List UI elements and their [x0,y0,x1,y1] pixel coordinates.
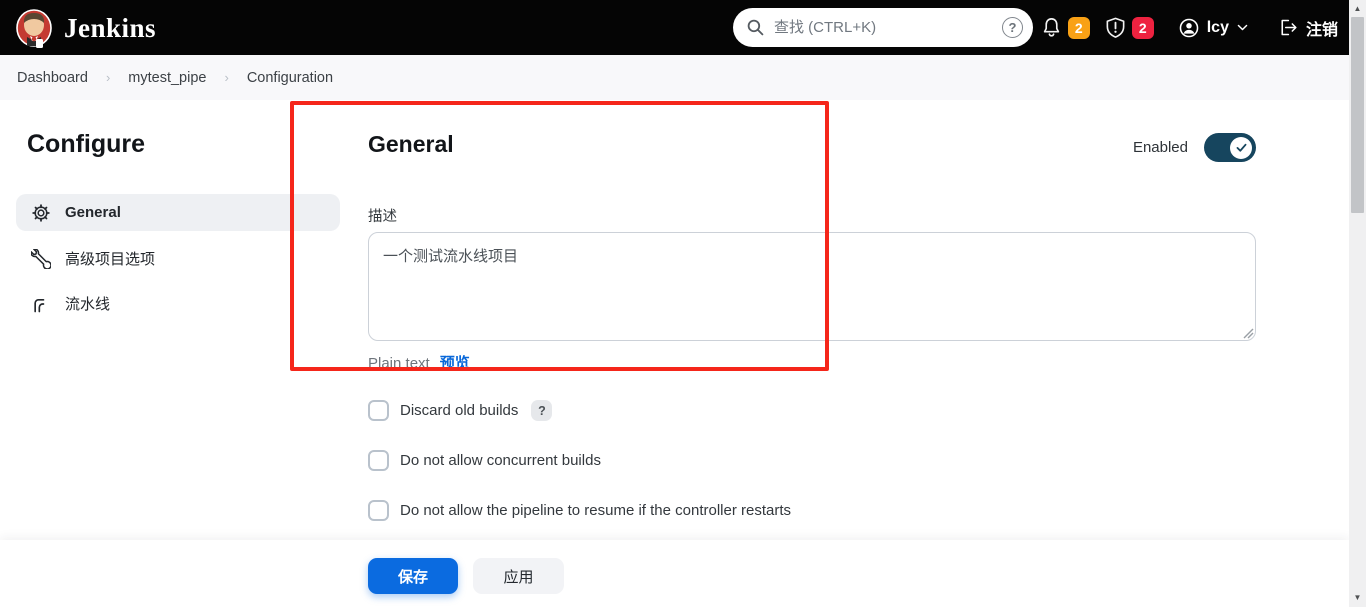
brand-title: Jenkins [64,12,157,43]
checkbox-label: Do not allow concurrent builds [400,452,601,469]
search-input[interactable] [774,19,1002,36]
enabled-toggle[interactable] [1204,133,1256,162]
section-title: General [368,131,454,157]
pipeline-icon [31,294,51,314]
discard-old-builds-checkbox[interactable] [368,400,389,421]
breadcrumb: Dashboard › mytest_pipe › Configuration [0,55,1366,100]
config-section-nav: General 高级项目选项 流水线 [16,194,340,331]
page-title: Configure [27,130,146,158]
notifications-group[interactable]: 2 [1040,16,1090,39]
sidebar-item-label: 流水线 [65,296,111,313]
jenkins-configuration-page: Jenkins ? 2 [0,0,1366,607]
logout-icon [1281,19,1297,36]
no-resume-row: Do not allow the pipeline to resume if t… [368,500,791,521]
search-help-icon[interactable]: ? [1002,17,1023,38]
scrollbar-thumb[interactable] [1351,17,1364,213]
shield-warning-icon [1106,17,1125,38]
sidebar-item-pipeline[interactable]: 流水线 [16,285,340,322]
scroll-up-arrow-icon[interactable]: ▲ [1349,0,1366,16]
discard-old-builds-row: Discard old builds ? [368,400,553,421]
description-footer: Plain text 预览 [368,352,470,373]
sidebar-item-label: 高级项目选项 [65,251,156,268]
no-concurrent-builds-checkbox[interactable] [368,450,389,471]
breadcrumb-configuration[interactable]: Configuration [247,70,333,86]
bell-icon [1043,18,1059,37]
chevron-down-icon [1237,24,1248,31]
scroll-down-arrow-icon[interactable]: ▼ [1349,589,1366,605]
security-badge: 2 [1131,16,1154,39]
notifications-badge: 2 [1067,16,1090,39]
sidebar-item-advanced-options[interactable]: 高级项目选项 [16,240,340,277]
checkbox-label: Do not allow the pipeline to resume if t… [400,502,792,519]
sidebar-item-label: General [65,204,121,221]
wrench-icon [31,248,51,269]
no-concurrent-builds-row: Do not allow concurrent builds [368,450,601,471]
breadcrumb-separator-icon: › [105,70,111,85]
preview-link[interactable]: 预览 [440,352,470,373]
user-menu[interactable]: lcy [1178,17,1249,39]
gear-icon [31,203,51,223]
search-icon [747,19,764,36]
apply-button[interactable]: 应用 [473,558,564,594]
help-icon[interactable]: ? [531,400,553,421]
format-label: Plain text [368,355,430,372]
header-actions: 2 2 lcy 注销 [1040,0,1338,55]
breadcrumb-dashboard[interactable]: Dashboard [17,70,88,86]
breadcrumb-job[interactable]: mytest_pipe [128,70,206,86]
user-name: lcy [1206,18,1229,36]
sidebar-item-general[interactable]: General [16,194,340,231]
logout-button[interactable]: 注销 [1277,16,1338,40]
save-button[interactable]: 保存 [368,558,458,594]
top-header-bar: Jenkins ? 2 [0,0,1366,55]
toggle-knob-check-icon [1230,136,1252,159]
enabled-label: Enabled [1132,139,1188,156]
breadcrumb-separator-icon: › [224,70,229,85]
jenkins-home-link[interactable]: Jenkins [14,7,156,49]
user-avatar-icon [1179,18,1199,37]
vertical-scrollbar[interactable]: ▲ ▼ [1349,0,1366,607]
logout-label: 注销 [1305,21,1338,39]
enabled-row: Enabled [1133,133,1256,162]
global-search-box[interactable]: ? [733,8,1033,47]
bottom-app-bar [0,540,1349,607]
description-label: 描述 [368,209,397,225]
no-resume-checkbox[interactable] [368,500,389,521]
checkbox-label: Discard old builds [400,402,519,419]
security-group[interactable]: 2 [1104,16,1154,39]
description-textarea[interactable]: 一个测试流水线项目 [368,232,1256,341]
textarea-resize-grip[interactable] [1242,327,1254,339]
jenkins-butler-logo-icon [16,9,52,48]
